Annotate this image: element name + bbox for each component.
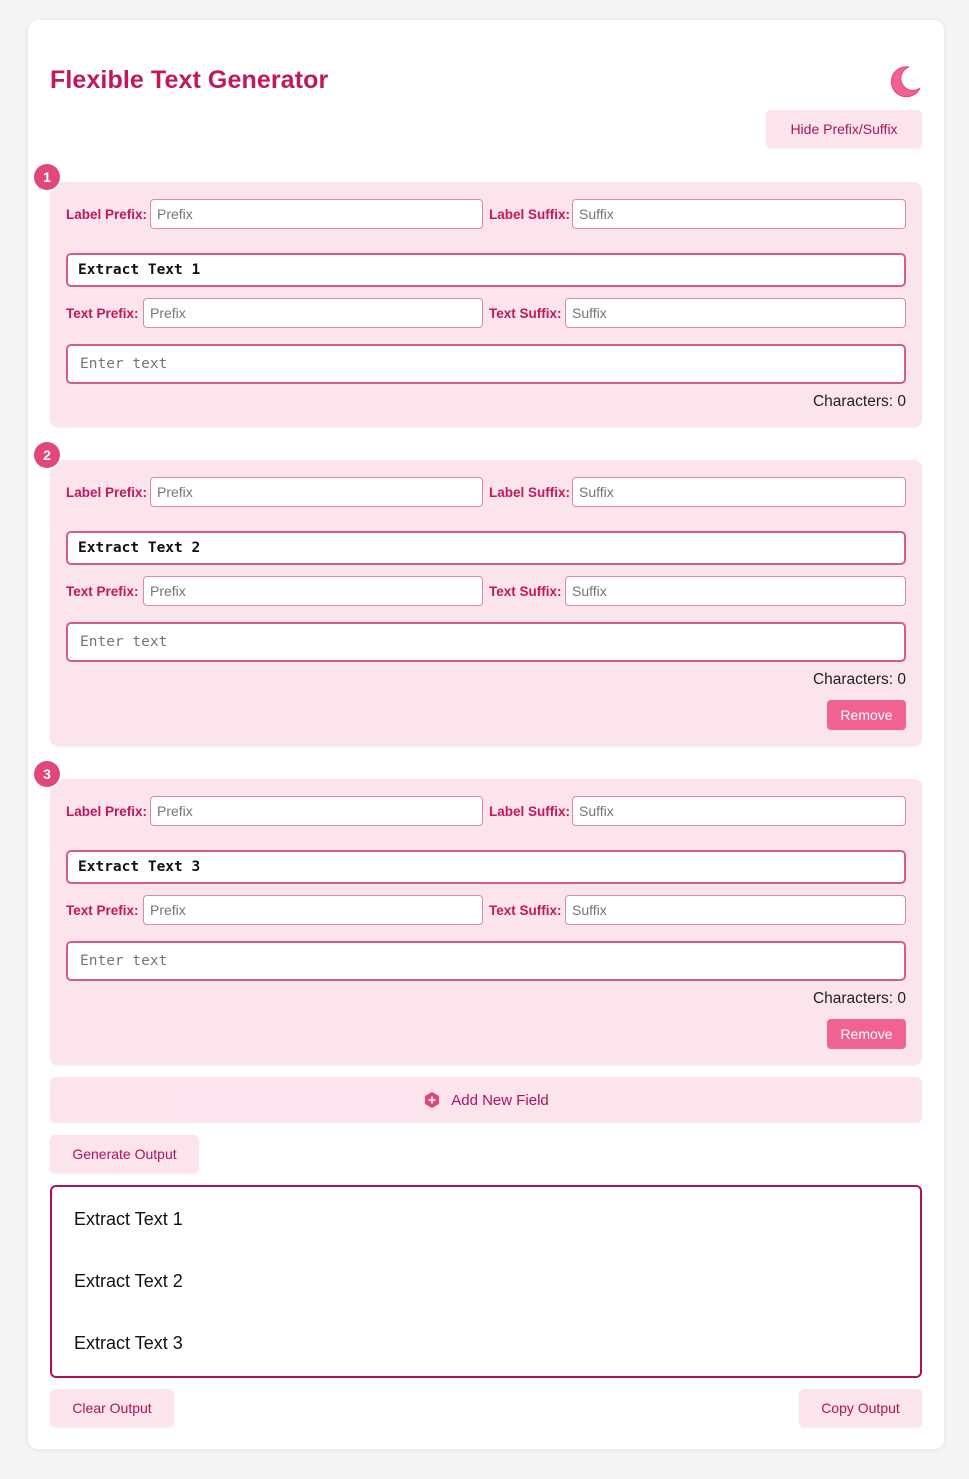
text-affix-row: Text Prefix: Text Suffix: [66,576,906,606]
toggle-prefix-suffix-button[interactable]: Hide Prefix/Suffix [766,110,922,148]
remove-field-button[interactable]: Remove [827,700,906,730]
text-affix-row: Text Prefix: Text Suffix: [66,298,906,328]
label-suffix-label: Label Suffix: [489,804,571,819]
label-prefix-label: Label Prefix: [66,485,148,500]
text-prefix-label: Text Prefix: [66,306,139,321]
label-affix-row: Label Prefix: Label Suffix: [66,199,906,229]
text-suffix-label: Text Suffix: [489,584,562,599]
clear-output-button[interactable]: Clear Output [50,1389,174,1427]
character-count: Characters: 0 [812,990,906,1007]
character-count: Characters: 0 [812,393,906,410]
text-suffix-label: Text Suffix: [489,306,562,321]
text-prefix-input[interactable] [143,576,483,606]
label-affix-row: Label Prefix: Label Suffix: [66,477,906,507]
text-prefix-label: Text Prefix: [66,903,139,918]
field-number-badge: 2 [34,442,60,468]
text-prefix-input[interactable] [143,895,483,925]
label-affix-row: Label Prefix: Label Suffix: [66,796,906,826]
label-prefix-input[interactable] [150,796,483,826]
add-field-button[interactable]: Add New Field [50,1077,922,1123]
text-content-input[interactable] [66,941,906,981]
label-suffix-label: Label Suffix: [489,207,571,222]
field-number-badge: 3 [34,761,60,787]
text-field-block: 1 Label Prefix: Label Suffix: Text Prefi… [34,164,922,427]
generator-card: Flexible Text Generator Hide Prefix/Suff… [28,20,944,1449]
label-prefix-label: Label Prefix: [66,207,148,222]
output-line: Extract Text 1 [74,1209,183,1229]
label-suffix-input[interactable] [572,199,906,229]
add-field-label: Add New Field [451,1091,549,1109]
text-suffix-input[interactable] [565,576,906,606]
label-prefix-label: Label Prefix: [66,804,148,819]
label-suffix-input[interactable] [572,477,906,507]
text-suffix-label: Text Suffix: [489,903,562,918]
output-area[interactable]: Extract Text 1 Extract Text 2 Extract Te… [50,1185,922,1378]
label-prefix-input[interactable] [150,477,483,507]
text-content-input[interactable] [66,622,906,662]
label-prefix-input[interactable] [150,199,483,229]
character-count: Characters: 0 [812,671,906,688]
output-line: Extract Text 3 [74,1333,183,1353]
text-prefix-input[interactable] [143,298,483,328]
remove-field-button[interactable]: Remove [827,1019,906,1049]
page-title: Flexible Text Generator [50,66,329,94]
text-affix-row: Text Prefix: Text Suffix: [66,895,906,925]
add-hexagon-icon [425,1092,440,1108]
copy-output-button[interactable]: Copy Output [799,1389,922,1427]
text-content-input[interactable] [66,344,906,384]
label-text-input[interactable] [66,850,906,884]
field-number-badge: 1 [34,164,60,190]
output-line: Extract Text 2 [74,1271,183,1291]
text-suffix-input[interactable] [565,895,906,925]
text-field-block: 3 Label Prefix: Label Suffix: Text Prefi… [34,761,922,1065]
label-suffix-input[interactable] [572,796,906,826]
text-suffix-input[interactable] [565,298,906,328]
text-prefix-label: Text Prefix: [66,584,139,599]
label-suffix-label: Label Suffix: [489,485,571,500]
generate-output-button[interactable]: Generate Output [50,1135,199,1173]
text-field-block: 2 Label Prefix: Label Suffix: Text Prefi… [34,442,922,746]
label-text-input[interactable] [66,253,906,287]
moon-icon[interactable] [887,64,923,100]
label-text-input[interactable] [66,531,906,565]
